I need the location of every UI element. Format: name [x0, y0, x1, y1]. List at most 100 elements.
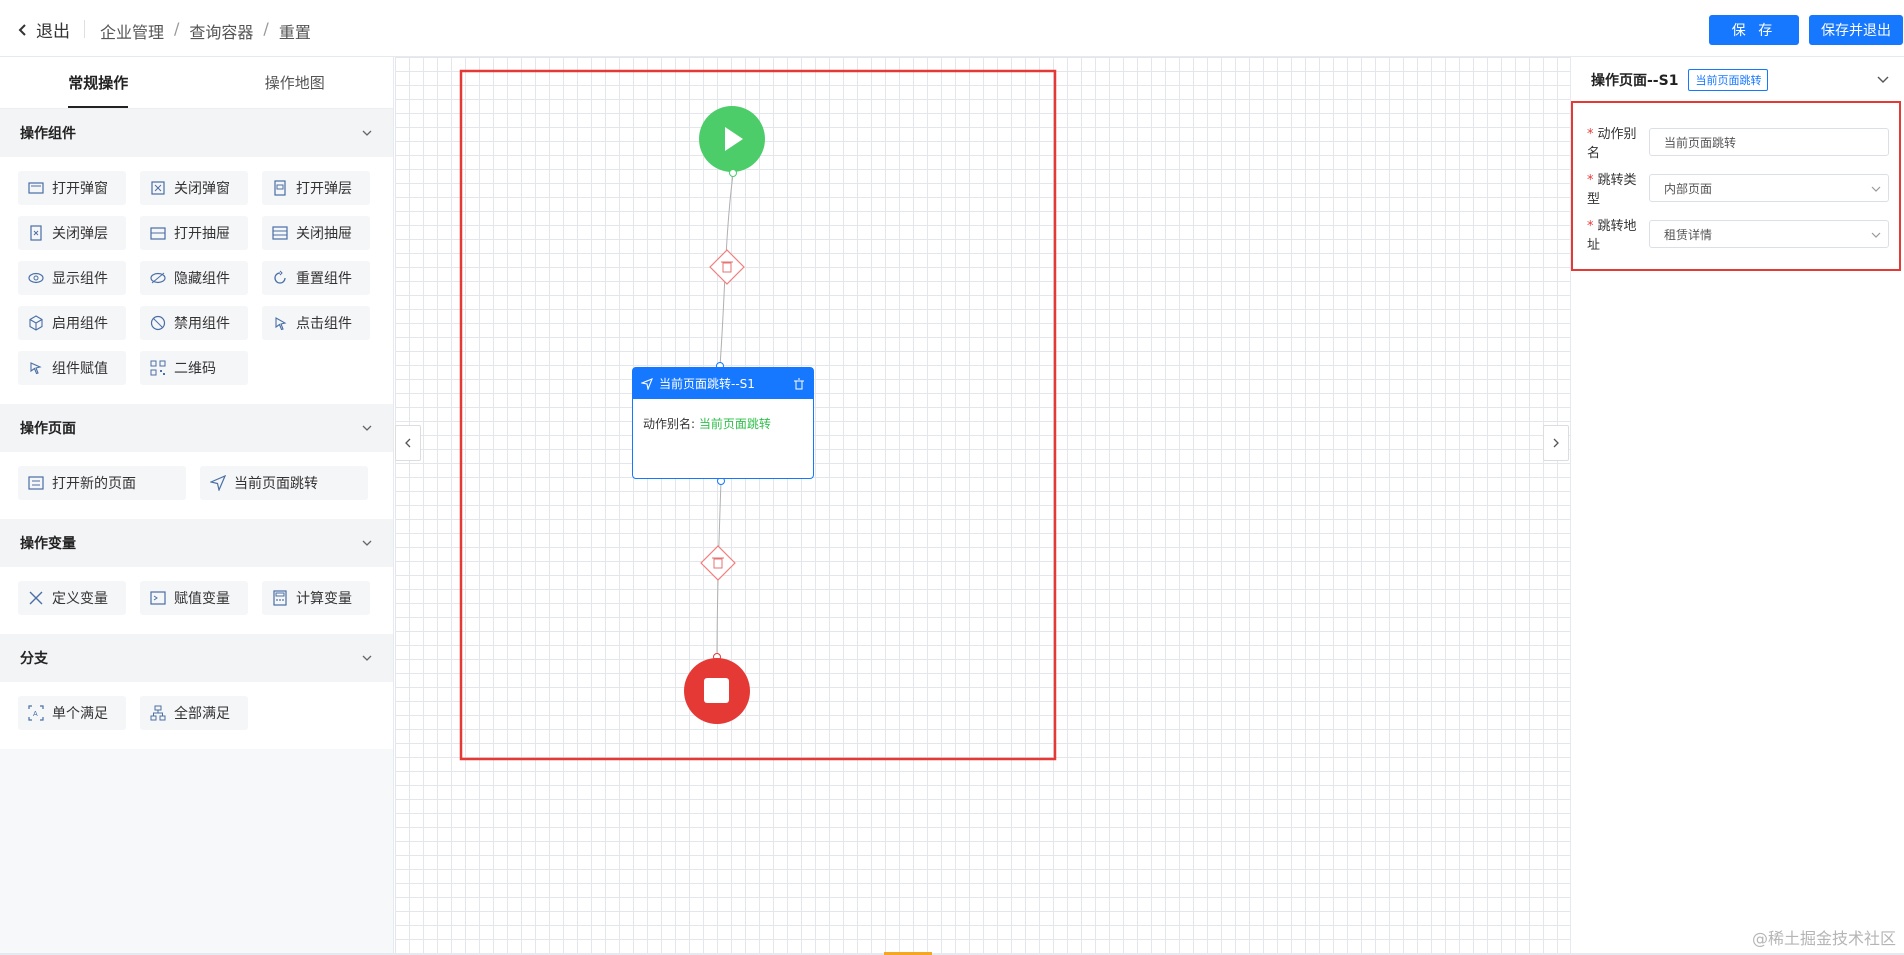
tab-ops-map[interactable]: 操作地图	[197, 57, 394, 108]
close-layer-icon	[28, 225, 44, 241]
assign-variable-item[interactable]: 赋值变量	[140, 581, 248, 615]
form-row-alias: * 动作别名 当前页面跳转	[1587, 123, 1889, 161]
hide-component-item[interactable]: 隐藏组件	[140, 261, 248, 295]
stop-icon	[704, 678, 729, 703]
chevron-down-icon	[362, 540, 372, 546]
field-label: * 动作别名	[1587, 127, 1637, 161]
item-label: 二维码	[174, 361, 216, 377]
item-label: 隐藏组件	[174, 271, 230, 287]
dialog-icon	[28, 180, 44, 196]
alias-input[interactable]: 当前页面跳转	[1649, 128, 1889, 156]
delete-connector-button	[700, 545, 736, 581]
item-label: 当前页面跳转	[234, 476, 318, 492]
action-type-badge: 当前页面跳转	[1688, 69, 1769, 91]
save-and-exit-button[interactable]: 保存并退出	[1809, 15, 1903, 45]
item-label: 启用组件	[52, 316, 108, 332]
item-label: 点击组件	[296, 316, 352, 332]
reset-icon	[272, 270, 288, 286]
current-page-jump-item[interactable]: 当前页面跳转	[200, 466, 368, 500]
item-label: 打开抽屉	[174, 226, 230, 242]
divider	[84, 20, 85, 38]
trash-icon[interactable]	[793, 378, 805, 390]
collapse-left-button[interactable]	[395, 425, 421, 461]
assign-component-item[interactable]: 组件赋值	[18, 351, 126, 385]
item-label: 打开弹窗	[52, 181, 108, 197]
eye-icon	[28, 270, 44, 286]
breadcrumb-item[interactable]: 查询容器	[189, 19, 253, 43]
single-satisfy-item[interactable]: A 单个满足	[18, 696, 126, 730]
open-layer-item[interactable]: 打开弹层	[262, 171, 370, 205]
item-label: 单个满足	[52, 706, 108, 722]
form-row-jump-address: * 跳转地址 租赁详情	[1587, 215, 1889, 253]
breadcrumb: 企业管理 / 查询容器 / 重置	[100, 19, 311, 43]
close-dialog-item[interactable]: 关闭弹窗	[140, 171, 248, 205]
properties-title: 操作页面--S1	[1591, 73, 1679, 89]
svg-text:A: A	[33, 711, 38, 718]
close-layer-item[interactable]: 关闭弹层	[18, 216, 126, 250]
open-dialog-item[interactable]: 打开弹窗	[18, 171, 126, 205]
reset-component-item[interactable]: 重置组件	[262, 261, 370, 295]
all-satisfy-item[interactable]: 全部满足	[140, 696, 248, 730]
action-node[interactable]: 当前页面跳转--S1 动作别名: 当前页面跳转	[632, 367, 814, 479]
action-node-header: 当前页面跳转--S1	[633, 368, 813, 399]
form-row-jump-type: * 跳转类型 内部页面	[1587, 169, 1889, 207]
section-title: 操作页面	[20, 421, 76, 437]
qrcode-item[interactable]: 二维码	[140, 351, 248, 385]
pointer-icon	[28, 360, 44, 376]
chevron-left-icon	[18, 23, 26, 36]
exit-button[interactable]: 退出	[16, 17, 70, 42]
select-value: 内部页面	[1664, 181, 1713, 196]
left-panel: 常规操作 操作地图 操作组件 打开弹窗 关闭弹窗 打开弹层 关闭弹层 打开抽屉 …	[0, 57, 394, 955]
qrcode-icon	[150, 360, 166, 376]
show-component-item[interactable]: 显示组件	[18, 261, 126, 295]
action-node-body: 动作别名: 当前页面跳转	[633, 399, 813, 448]
item-label: 关闭弹窗	[174, 181, 230, 197]
jump-address-select[interactable]: 租赁详情	[1649, 220, 1889, 248]
drawer-icon	[150, 225, 166, 241]
section-header-variables[interactable]: 操作变量	[0, 519, 393, 567]
section-body-variables: 定义变量 赋值变量 计算变量	[0, 567, 393, 634]
eye-off-icon	[150, 270, 166, 286]
section-body-branch: A 单个满足 全部满足	[0, 682, 393, 749]
exit-label: 退出	[36, 22, 70, 42]
tab-regular-ops[interactable]: 常规操作	[0, 57, 197, 108]
save-button[interactable]: 保 存	[1709, 15, 1799, 45]
item-label: 赋值变量	[174, 591, 230, 607]
alias-label: 动作别名:	[643, 417, 696, 431]
chevron-down-icon	[1871, 186, 1881, 192]
section-header-branch[interactable]: 分支	[0, 634, 393, 682]
tools-icon	[28, 590, 44, 606]
close-drawer-item[interactable]: 关闭抽屉	[262, 216, 370, 250]
click-component-item[interactable]: 点击组件	[262, 306, 370, 340]
breadcrumb-item: 重置	[278, 23, 311, 42]
item-label: 全部满足	[174, 706, 230, 722]
open-new-page-item[interactable]: 打开新的页面	[18, 466, 186, 500]
flow-diagram	[459, 69, 1057, 761]
collapse-right-button[interactable]	[1543, 425, 1569, 461]
item-label: 禁用组件	[174, 316, 230, 332]
define-variable-item[interactable]: 定义变量	[18, 581, 126, 615]
compute-variable-item[interactable]: 计算变量	[262, 581, 370, 615]
disable-component-item[interactable]: 禁用组件	[140, 306, 248, 340]
open-drawer-item[interactable]: 打开抽屉	[140, 216, 248, 250]
action-node-title: 当前页面跳转--S1	[659, 377, 755, 391]
enable-component-item[interactable]: 启用组件	[18, 306, 126, 340]
cube-icon	[28, 315, 44, 331]
breadcrumb-item[interactable]: 企业管理	[100, 19, 164, 43]
section-title: 操作组件	[20, 126, 76, 142]
chevron-down-icon[interactable]	[1876, 72, 1890, 86]
chevron-left-icon	[405, 438, 411, 448]
top-header: 退出 企业管理 / 查询容器 / 重置 保 存 保存并退出	[0, 0, 1904, 57]
tab-bar: 常规操作 操作地图	[0, 57, 393, 109]
select-value: 租赁详情	[1664, 227, 1713, 242]
chevron-down-icon	[362, 130, 372, 136]
cursor-click-icon	[272, 315, 288, 331]
close-dialog-icon	[150, 180, 166, 196]
jump-type-select[interactable]: 内部页面	[1649, 174, 1889, 202]
delete-connector-button	[709, 249, 745, 285]
navigation-icon	[210, 475, 226, 491]
section-body-components: 打开弹窗 关闭弹窗 打开弹层 关闭弹层 打开抽屉 关闭抽屉 显示组件 隐藏组件 …	[0, 157, 393, 404]
section-header-page-ops[interactable]: 操作页面	[0, 404, 393, 452]
chevron-down-icon	[362, 425, 372, 431]
section-header-components[interactable]: 操作组件	[0, 109, 393, 157]
